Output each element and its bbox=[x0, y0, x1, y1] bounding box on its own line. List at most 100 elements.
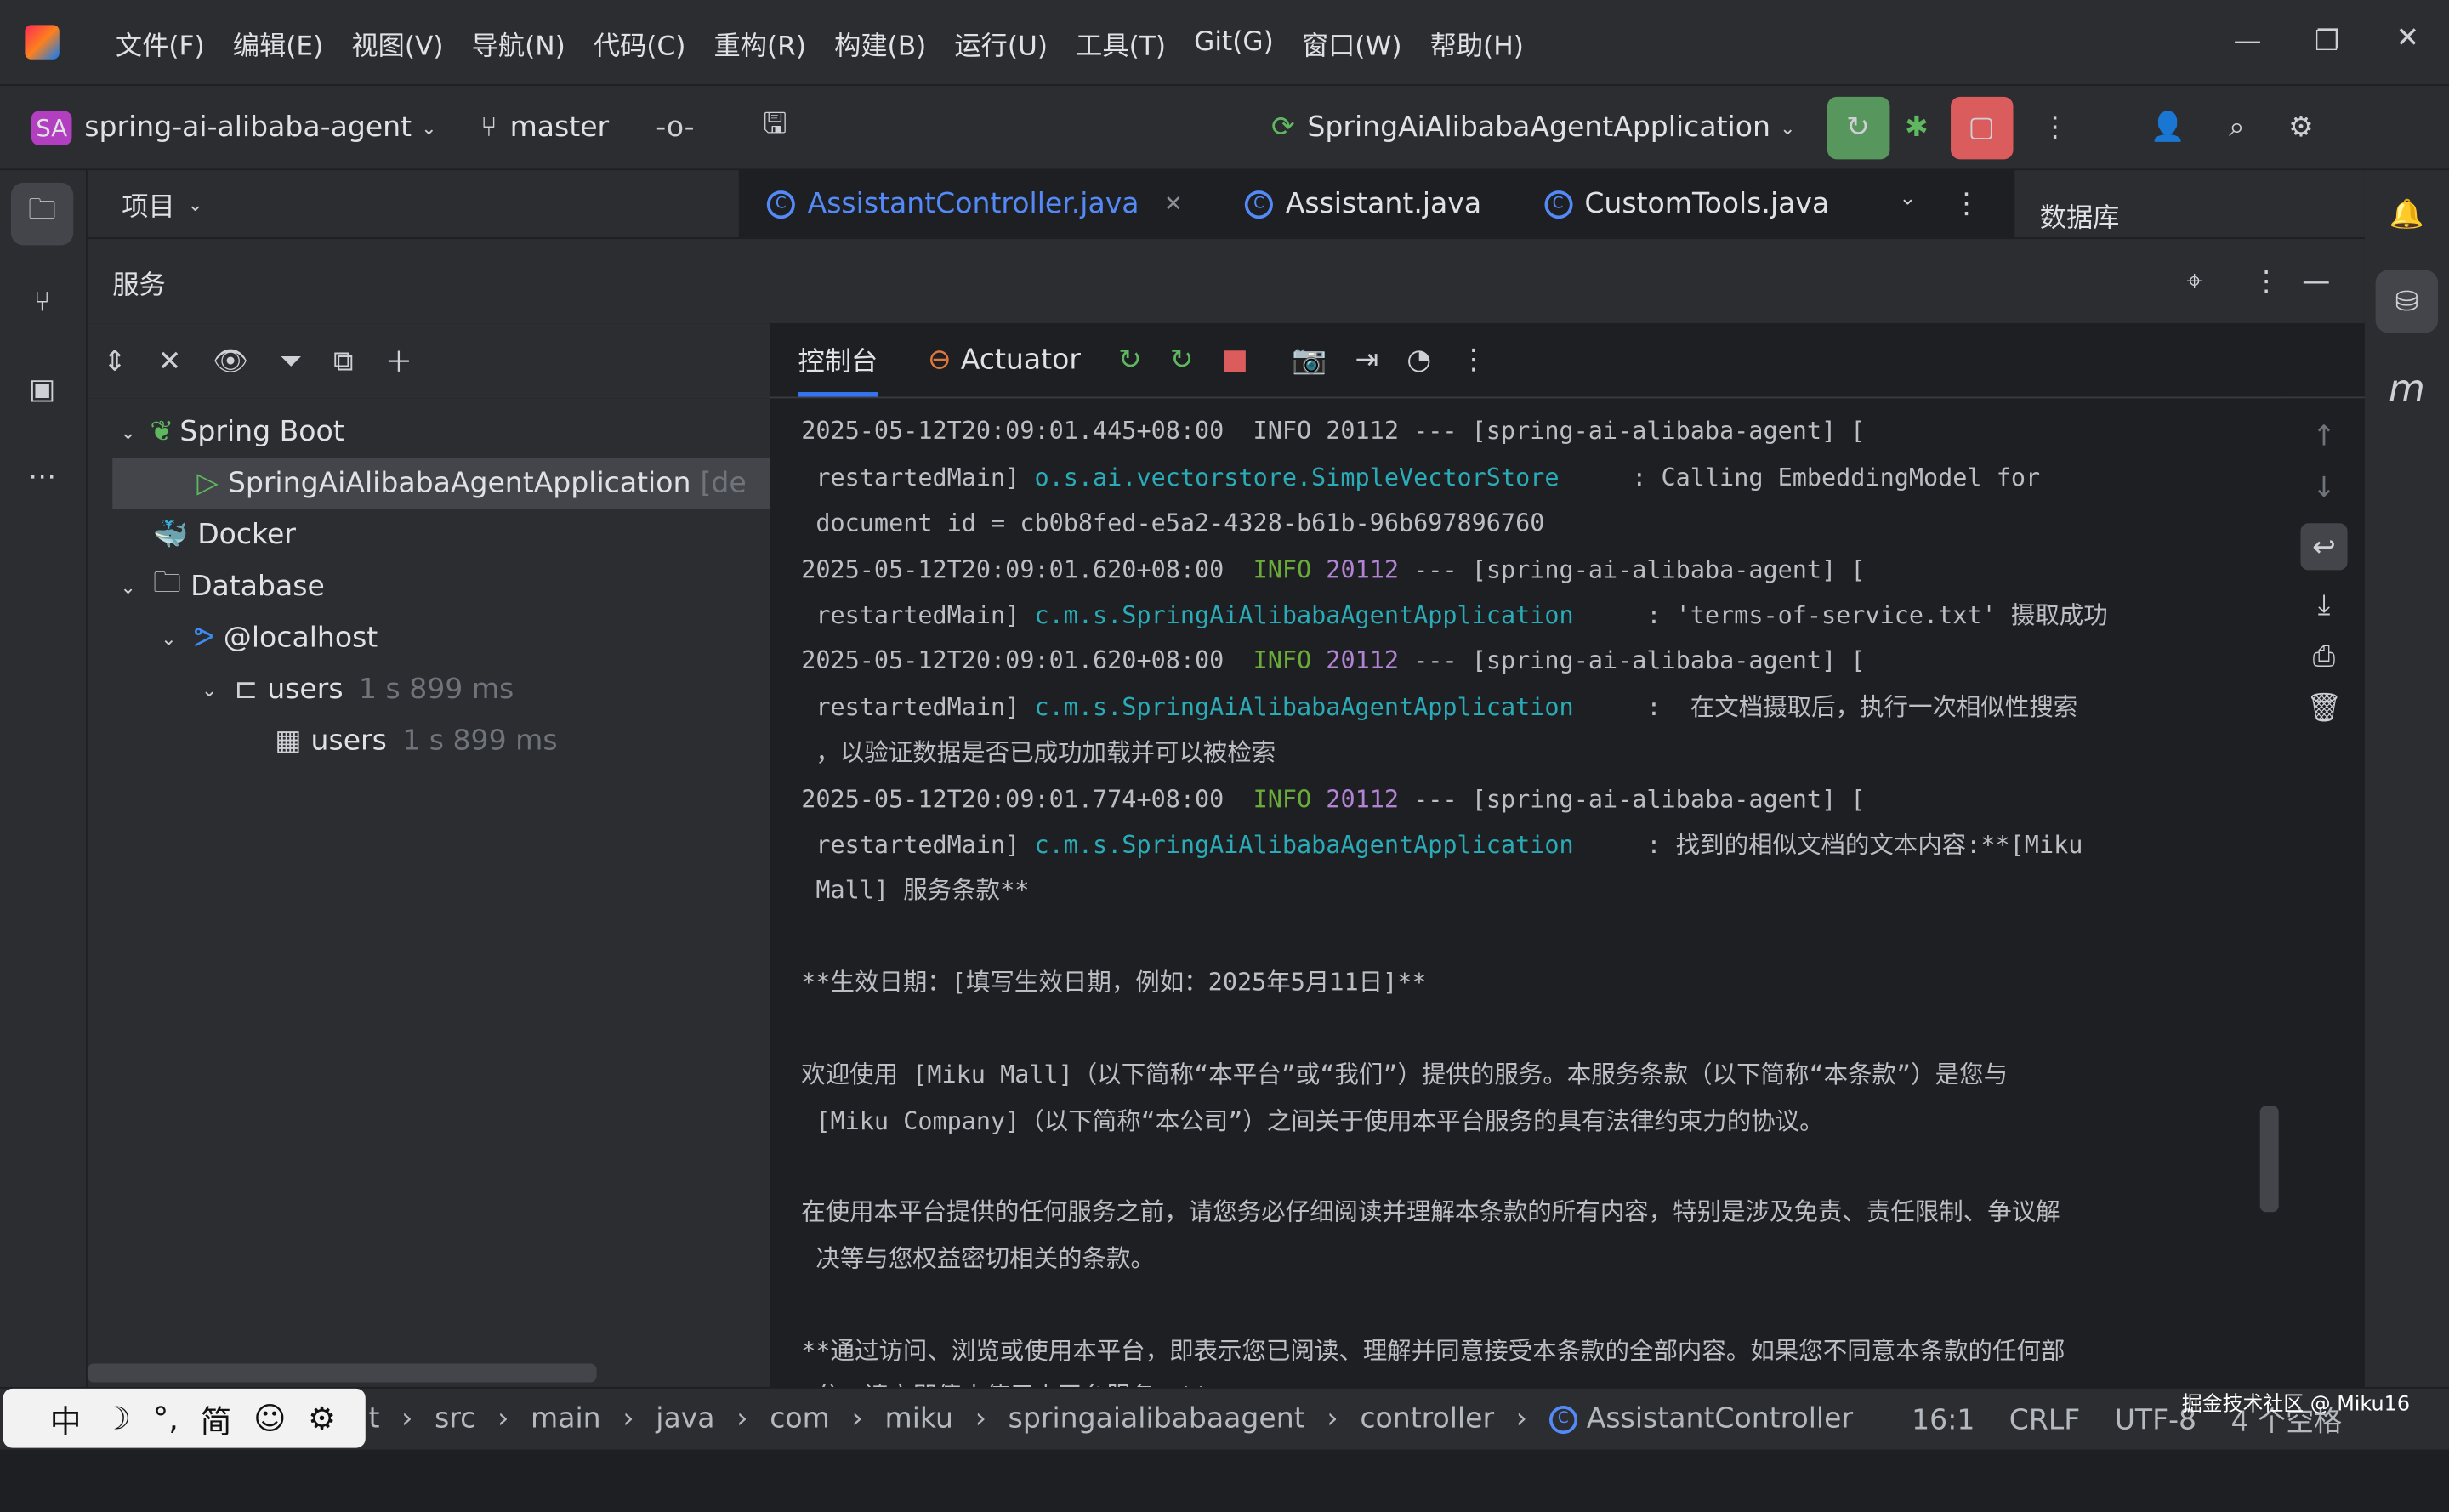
tab-label: AssistantController.java bbox=[807, 187, 1139, 220]
breadcrumb-item[interactable]: t bbox=[368, 1402, 379, 1435]
breadcrumb-item[interactable]: main bbox=[531, 1402, 601, 1435]
menu-item[interactable]: 编辑(E) bbox=[233, 23, 324, 62]
database-icon[interactable]: ⛁ bbox=[2375, 270, 2439, 333]
menu-item[interactable]: 工具(T) bbox=[1076, 23, 1166, 62]
tree-item-database[interactable]: ⌄ 🗀 Database bbox=[88, 560, 770, 612]
more-tools-icon[interactable]: ⋯ bbox=[11, 445, 73, 507]
print-icon[interactable]: ⎙ bbox=[2313, 640, 2335, 674]
search-icon[interactable]: ⌕ bbox=[2229, 111, 2245, 144]
more-icon[interactable]: ⋮ bbox=[2041, 111, 2069, 144]
menu-item[interactable]: 重构(R) bbox=[714, 23, 807, 62]
restart-icon[interactable]: ↻ bbox=[1170, 344, 1194, 377]
breadcrumb-item[interactable]: com bbox=[770, 1402, 830, 1435]
breadcrumb-item[interactable]: springaialibabaagent bbox=[1009, 1402, 1305, 1435]
screenshot-icon[interactable]: 📷 bbox=[1292, 344, 1327, 377]
view-icon[interactable]: 👁 bbox=[213, 344, 248, 378]
tab-actuator[interactable]: Actuator bbox=[961, 344, 1081, 377]
database-panel-title[interactable]: 数据库 bbox=[2040, 196, 2120, 235]
menu-item[interactable]: Git(G) bbox=[1194, 26, 1274, 58]
breadcrumb-item[interactable]: AssistantController bbox=[1587, 1402, 1853, 1435]
ime-button[interactable]: °, bbox=[153, 1400, 179, 1437]
tab-more-icon[interactable]: ⋮ bbox=[1952, 187, 1980, 220]
new-tab-icon[interactable]: ⧉ bbox=[333, 344, 354, 378]
more-icon[interactable]: ⋮ bbox=[1459, 344, 1487, 377]
commit-tool-icon[interactable]: ⑂ bbox=[11, 270, 73, 333]
run-config-selector[interactable]: SpringAiAlibabaAgentApplication bbox=[1307, 111, 1770, 144]
minimize-panel-icon[interactable]: — bbox=[2302, 264, 2330, 298]
line-separator[interactable]: CRLF bbox=[2009, 1403, 2081, 1436]
ime-button[interactable]: ☽ bbox=[103, 1400, 131, 1437]
editor-tab[interactable]: C Assistant.java bbox=[1244, 187, 1481, 220]
add-user-icon[interactable]: 👤 bbox=[2151, 111, 2185, 144]
collapse-all-icon[interactable]: ✕ bbox=[158, 344, 182, 378]
restore-button[interactable]: ❐ bbox=[2315, 25, 2340, 58]
ime-button[interactable]: ⚙ bbox=[308, 1400, 336, 1437]
console-scrollbar[interactable] bbox=[2259, 1106, 2279, 1213]
exit-icon[interactable]: ⇥ bbox=[1355, 344, 1379, 377]
expand-all-icon[interactable]: ⇕ bbox=[103, 344, 127, 378]
menu-item[interactable]: 导航(N) bbox=[472, 23, 565, 62]
spring-run-icon: ⟳ bbox=[1270, 111, 1295, 144]
menu-item[interactable]: 文件(F) bbox=[116, 23, 205, 62]
breadcrumb-separator-icon: › bbox=[401, 1402, 413, 1435]
services-toolbar: ⇕ ✕ 👁 ⏷ ⧉ ＋ bbox=[87, 323, 770, 399]
project-panel-title[interactable]: 项目 bbox=[122, 185, 174, 224]
ime-button[interactable]: 简 bbox=[201, 1395, 232, 1441]
close-tab-icon[interactable]: ✕ bbox=[1164, 191, 1183, 216]
tree-item-localhost[interactable]: ⌄ ᕗ @localhost bbox=[88, 612, 770, 664]
console-output[interactable]: 2025-05-12T20:09:01.445+08:00 INFO 20112… bbox=[801, 388, 2261, 1512]
profiler-icon[interactable]: ◔ bbox=[1406, 344, 1431, 377]
table-icon: ▦ bbox=[275, 725, 302, 758]
project-selector[interactable]: spring-ai-alibaba-agent bbox=[84, 111, 412, 144]
maven-icon[interactable]: m bbox=[2376, 358, 2438, 420]
scroll-to-end-icon[interactable]: ⤓ bbox=[2318, 588, 2331, 622]
editor-tab[interactable]: C AssistantController.java ✕ bbox=[766, 187, 1183, 220]
notifications-icon[interactable]: 🔔 bbox=[2376, 183, 2438, 245]
menu-item[interactable]: 帮助(H) bbox=[1430, 23, 1524, 62]
editor-tab[interactable]: C CustomTools.java bbox=[1543, 187, 1829, 220]
filter-icon[interactable]: ⏷ bbox=[280, 344, 302, 378]
clear-icon[interactable]: 🗑 bbox=[2306, 692, 2342, 725]
breadcrumb-item[interactable]: src bbox=[435, 1402, 475, 1435]
tab-console[interactable]: 控制台 bbox=[798, 323, 878, 397]
tab-list-chevron-icon[interactable]: ⌄ bbox=[1899, 187, 1916, 211]
breadcrumb-item[interactable]: controller bbox=[1360, 1402, 1494, 1435]
locate-icon[interactable]: ⌖ bbox=[2186, 264, 2202, 298]
tree-item-users-table[interactable]: ▦ users 1 s 899 ms bbox=[88, 715, 770, 767]
close-button[interactable]: ✕ bbox=[2395, 22, 2419, 55]
structure-icon[interactable]: ▣ bbox=[11, 358, 73, 420]
scroll-down-icon[interactable]: ↓ bbox=[2312, 472, 2336, 505]
project-folder-icon[interactable]: 🗀 bbox=[10, 182, 74, 246]
commit-icon[interactable]: -o- bbox=[656, 111, 694, 144]
settings-icon[interactable]: ⚙ bbox=[2288, 111, 2314, 144]
stop-icon[interactable]: ■ bbox=[1222, 344, 1248, 377]
menu-item[interactable]: 运行(U) bbox=[954, 23, 1048, 62]
menu-item[interactable]: 视图(V) bbox=[351, 23, 443, 62]
menu-item[interactable]: 构建(B) bbox=[834, 23, 926, 62]
branch-selector[interactable]: master bbox=[510, 111, 610, 144]
stop-button[interactable]: ▢ bbox=[1950, 95, 2013, 159]
caret-position[interactable]: 16:1 bbox=[1912, 1403, 1975, 1436]
rerun-button[interactable]: ↻ bbox=[1827, 95, 1889, 159]
tree-item-users-session[interactable]: ⌄ ⊏ users 1 s 899 ms bbox=[88, 664, 770, 716]
console-side-toolbar: ↑ ↓ ↩ ⤓ ⎙ 🗑 bbox=[2283, 398, 2365, 1387]
ime-button[interactable]: ☺ bbox=[253, 1400, 286, 1437]
minimize-button[interactable]: — bbox=[2233, 25, 2261, 58]
debug-icon[interactable]: ✱ bbox=[1905, 111, 1929, 144]
add-service-icon[interactable]: ＋ bbox=[384, 340, 412, 381]
scroll-up-icon[interactable]: ↑ bbox=[2312, 420, 2336, 453]
soft-wrap-icon[interactable]: ↩ bbox=[2300, 523, 2348, 571]
menu-item[interactable]: 代码(C) bbox=[594, 23, 686, 62]
tree-item-application[interactable]: ▷ SpringAiAlibabaAgentApplication [de bbox=[112, 458, 770, 509]
ime-button[interactable]: 中 bbox=[50, 1395, 82, 1441]
rerun-icon[interactable]: ↻ bbox=[1118, 344, 1142, 377]
menu-item[interactable]: 窗口(W) bbox=[1302, 23, 1402, 62]
breadcrumb-item[interactable]: miku bbox=[885, 1402, 953, 1435]
tree-item-spring-boot[interactable]: ⌄ ❦ Spring Boot bbox=[88, 406, 770, 458]
breadcrumb-item[interactable]: java bbox=[656, 1402, 714, 1435]
save-icon[interactable]: 🖫 bbox=[763, 104, 787, 151]
more-icon[interactable]: ⋮ bbox=[2253, 264, 2281, 298]
tree-item-docker[interactable]: 🐳 Docker bbox=[88, 509, 770, 561]
services-tree: ⌄ ❦ Spring Boot ▷ SpringAiAlibabaAgentAppli… bbox=[87, 398, 770, 1387]
horizontal-scrollbar[interactable] bbox=[87, 1363, 597, 1383]
